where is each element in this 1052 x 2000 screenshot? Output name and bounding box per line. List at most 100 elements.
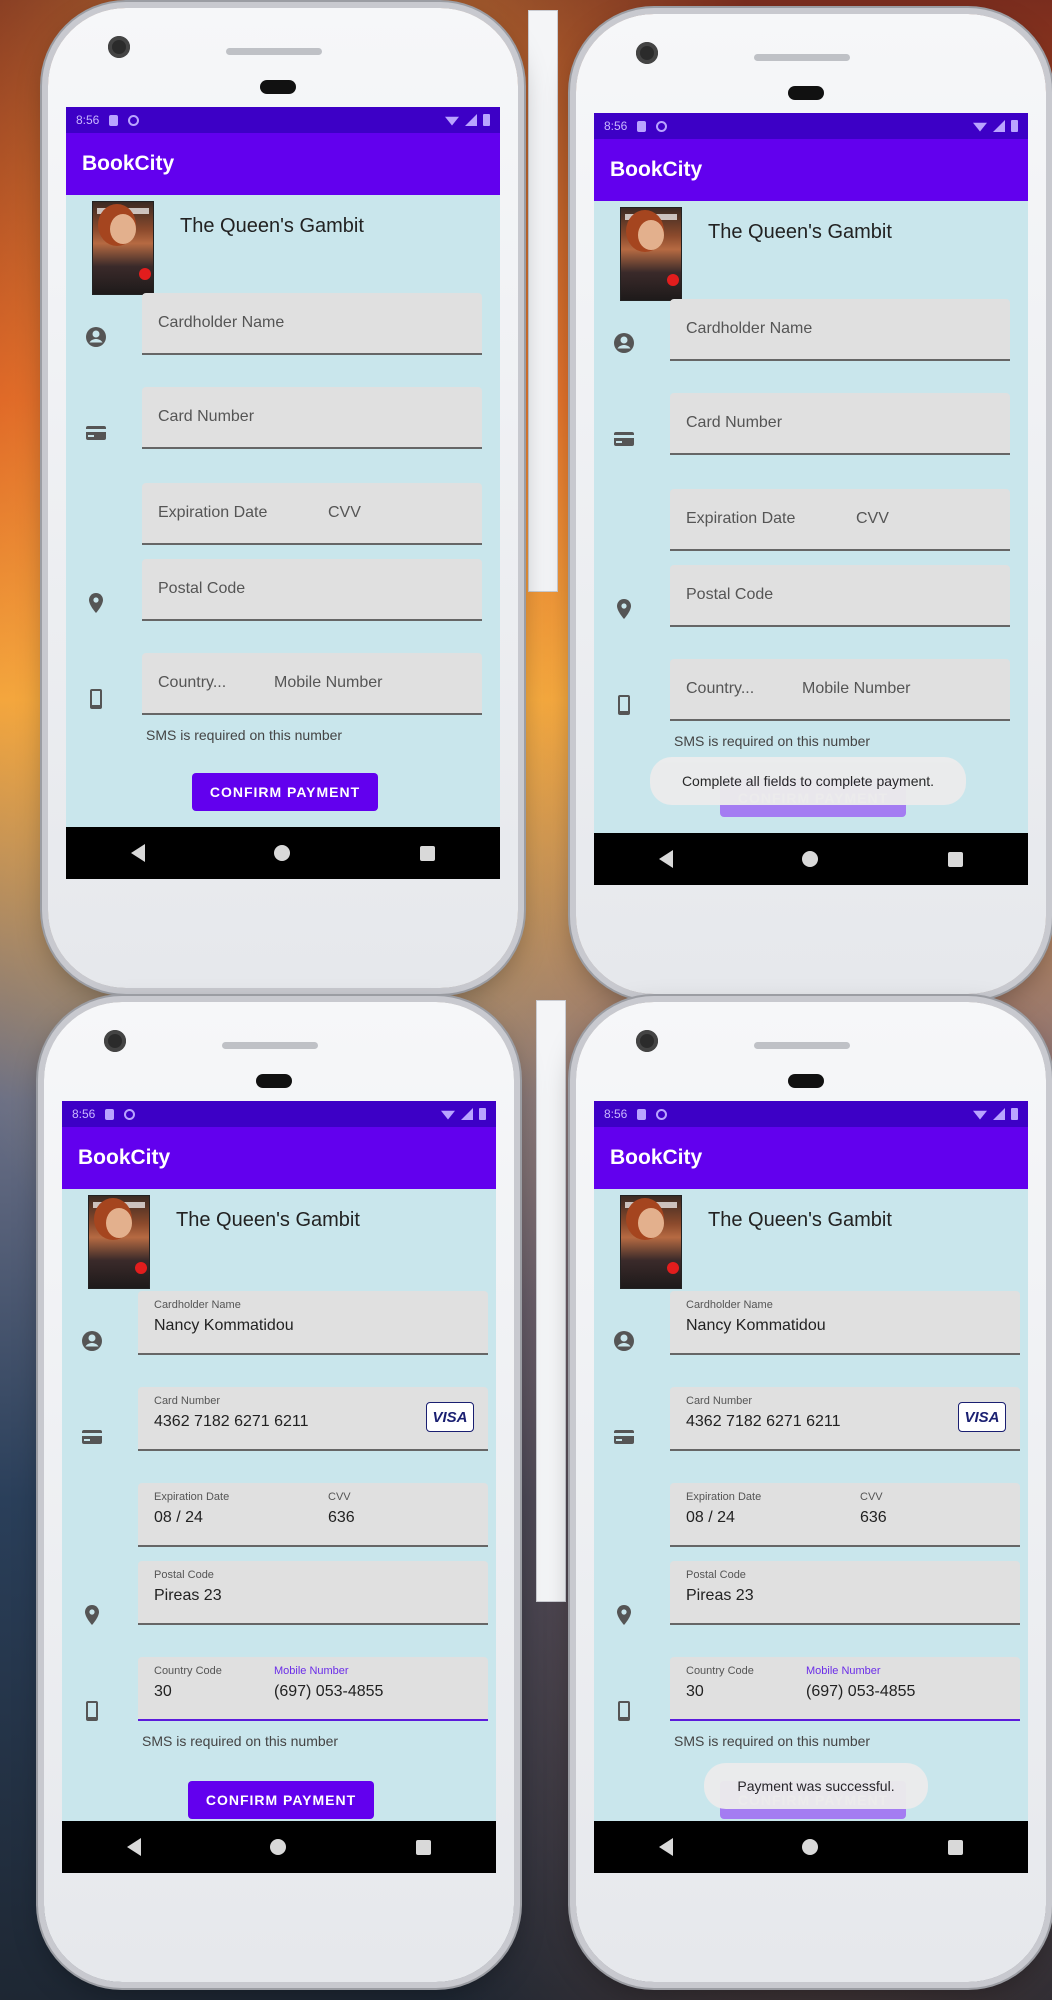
confirm-payment-button[interactable]: CONFIRM PAYMENT xyxy=(192,773,378,811)
credit-card-icon xyxy=(614,1430,634,1444)
back-nav-icon[interactable] xyxy=(658,850,673,868)
battery-icon xyxy=(479,1108,486,1120)
country-placeholder: Country... xyxy=(158,674,227,691)
cardholder-name-field[interactable]: Cardholder Name Nancy Kommatidou xyxy=(138,1291,488,1355)
sd-card-icon xyxy=(637,120,647,132)
card-number-field[interactable]: Card Number 4362 7182 6271 6211 VISA xyxy=(670,1387,1020,1451)
account-circle-icon xyxy=(614,1331,634,1351)
cardholder-name-field[interactable]: Cardholder Name xyxy=(142,293,482,355)
phone-field[interactable]: Country... Mobile Number xyxy=(670,659,1010,721)
cardholder-label: Cardholder Name xyxy=(154,1299,241,1311)
postal-code-field[interactable]: Postal Code Pireas 23 xyxy=(138,1561,488,1625)
book-cover-image xyxy=(620,1195,682,1289)
mobile-value: (697) 053-4855 xyxy=(806,1683,916,1700)
location-pin-icon xyxy=(89,593,103,613)
status-time: 8:56 xyxy=(72,1107,96,1121)
earpiece xyxy=(256,1074,292,1088)
sms-helper-text: SMS is required on this number xyxy=(674,1733,871,1749)
home-nav-icon[interactable] xyxy=(802,1839,819,1855)
expiration-value: 08 / 24 xyxy=(686,1509,735,1526)
app-bar: BookCity xyxy=(66,133,500,195)
app-bar: BookCity xyxy=(594,139,1028,201)
sms-helper-text: SMS is required on this number xyxy=(674,733,871,749)
cardholder-label: Cardholder Name xyxy=(686,1299,773,1311)
country-value: 30 xyxy=(686,1683,704,1700)
sms-helper-text: SMS is required on this number xyxy=(146,727,343,743)
front-camera xyxy=(636,42,658,64)
postal-code-field[interactable]: Postal Code Pireas 23 xyxy=(670,1561,1020,1625)
country-label: Country Code xyxy=(154,1665,222,1677)
status-bar: 8:56 xyxy=(594,113,1028,139)
app-title: BookCity xyxy=(78,1146,171,1169)
cardholder-name-field[interactable]: Cardholder Name Nancy Kommatidou xyxy=(670,1291,1020,1355)
earpiece xyxy=(788,1074,824,1088)
earpiece xyxy=(788,86,824,100)
credit-card-icon xyxy=(614,432,634,446)
speaker-grille xyxy=(754,1042,850,1049)
card-number-placeholder: Card Number xyxy=(158,408,255,425)
credit-card-icon xyxy=(82,1430,102,1444)
app-title: BookCity xyxy=(610,158,703,181)
expiration-value: 08 / 24 xyxy=(154,1509,203,1526)
postal-label: Postal Code xyxy=(686,1569,746,1581)
home-nav-icon[interactable] xyxy=(270,1839,287,1855)
back-nav-icon[interactable] xyxy=(130,844,145,862)
cardholder-value: Nancy Kommatidou xyxy=(686,1317,826,1334)
postal-code-field[interactable]: Postal Code xyxy=(142,559,482,621)
expiry-cvv-field[interactable]: Expiration Date CVV xyxy=(142,483,482,545)
background-window-edge xyxy=(528,10,558,592)
status-time: 8:56 xyxy=(76,113,100,127)
recents-nav-icon[interactable] xyxy=(948,1839,964,1855)
signal-icon xyxy=(461,1108,473,1120)
mobile-label: Mobile Number xyxy=(806,1665,881,1677)
recents-nav-icon[interactable] xyxy=(416,1839,432,1855)
back-nav-icon[interactable] xyxy=(126,1838,141,1856)
success-toast: Payment was successful. xyxy=(704,1763,928,1809)
book-cover-image xyxy=(88,1195,150,1289)
expiry-cvv-field[interactable]: Expiration Date CVV xyxy=(670,489,1010,551)
cardholder-value: Nancy Kommatidou xyxy=(154,1317,294,1334)
status-time: 8:56 xyxy=(604,119,628,133)
cardholder-placeholder: Cardholder Name xyxy=(158,314,285,331)
account-circle-icon xyxy=(82,1331,102,1351)
phone-field[interactable]: Country... Mobile Number xyxy=(142,653,482,715)
sd-card-icon xyxy=(109,114,119,126)
recents-nav-icon[interactable] xyxy=(948,851,964,867)
speaker-grille xyxy=(754,54,850,61)
phone-field[interactable]: Country Code 30 Mobile Number (697) 053-… xyxy=(670,1657,1020,1721)
country-value: 30 xyxy=(154,1683,172,1700)
app-title: BookCity xyxy=(610,1146,703,1169)
country-placeholder: Country... xyxy=(686,680,755,697)
account-circle-icon xyxy=(86,327,106,347)
postal-value: Pireas 23 xyxy=(154,1587,222,1604)
app-screen: 8:56 BookCity The Queen's Gambit Cardhol… xyxy=(594,1101,1028,1873)
phone-field[interactable]: Country Code 30 Mobile Number (697) 053-… xyxy=(138,1657,488,1721)
postal-code-field[interactable]: Postal Code xyxy=(670,565,1010,627)
expiry-cvv-field[interactable]: Expiration Date 08 / 24 CVV 636 xyxy=(670,1483,1020,1547)
postal-label: Postal Code xyxy=(154,1569,214,1581)
home-nav-icon[interactable] xyxy=(274,845,291,861)
expiration-label: Expiration Date xyxy=(154,1491,230,1503)
background-window-edge xyxy=(536,1000,566,1602)
front-camera xyxy=(636,1030,658,1052)
confirm-payment-button[interactable]: CONFIRM PAYMENT xyxy=(188,1781,374,1819)
card-number-field[interactable]: Card Number 4362 7182 6271 6211 VISA xyxy=(138,1387,488,1451)
home-nav-icon[interactable] xyxy=(802,851,819,867)
book-title: The Queen's Gambit xyxy=(708,1209,892,1231)
expiry-cvv-field[interactable]: Expiration Date 08 / 24 CVV 636 xyxy=(138,1483,488,1547)
cvv-placeholder: CVV xyxy=(856,510,889,527)
app-screen: 8:56 BookCity The Queen's Gambit Cardhol… xyxy=(62,1101,496,1873)
card-number-field[interactable]: Card Number xyxy=(670,393,1010,455)
recents-nav-icon[interactable] xyxy=(420,845,436,861)
card-number-label: Card Number xyxy=(686,1395,753,1407)
card-number-field[interactable]: Card Number xyxy=(142,387,482,449)
smartphone-icon xyxy=(618,695,630,715)
visa-icon: VISA xyxy=(426,1402,474,1432)
back-nav-icon[interactable] xyxy=(658,1838,673,1856)
system-nav-bar xyxy=(62,1821,496,1873)
smartphone-icon xyxy=(618,1701,630,1721)
sync-icon xyxy=(124,1108,136,1120)
cardholder-name-field[interactable]: Cardholder Name xyxy=(670,299,1010,361)
cvv-label: CVV xyxy=(860,1491,883,1503)
front-camera xyxy=(104,1030,126,1052)
